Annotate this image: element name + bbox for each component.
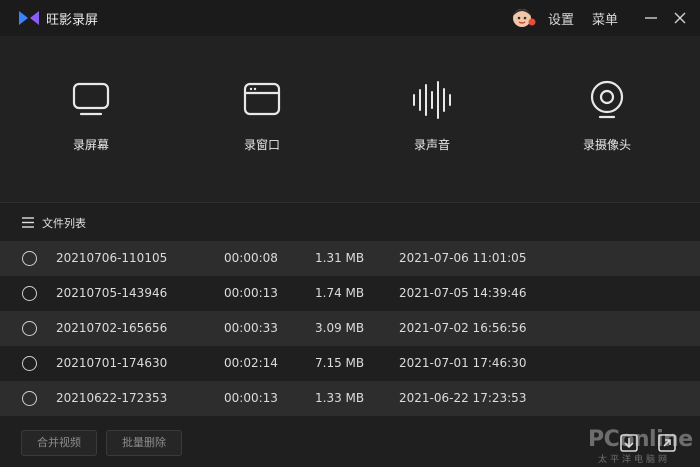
webcam-icon [590,80,624,119]
record-window-button[interactable]: 录窗口 [212,80,312,153]
table-row[interactable]: 20210701-174630 00:02:14 7.15 MB 2021-07… [0,346,700,381]
avatar[interactable] [510,7,536,29]
file-size: 1.33 MB [315,391,365,405]
file-size: 3.09 MB [315,321,365,335]
record-window-label: 录窗口 [243,138,280,152]
file-duration: 00:00:13 [224,286,278,300]
batch-delete-button[interactable]: 批量删除 [106,430,182,456]
file-list: 20210706-110105 00:00:08 1.31 MB 2021-07… [0,241,700,416]
share-icon[interactable] [657,433,677,453]
file-list-title: 文件列表 [42,217,86,230]
record-screen-button[interactable]: 录屏幕 [41,80,141,153]
table-row[interactable]: 20210706-110105 00:00:08 1.31 MB 2021-07… [0,241,700,276]
file-duration: 00:00:13 [224,391,278,405]
soundwave-icon [413,81,451,119]
file-name: 20210706-110105 [56,251,168,265]
file-duration: 00:00:08 [224,251,278,265]
table-row[interactable]: 20210702-165656 00:00:33 3.09 MB 2021-07… [0,311,700,346]
menu-link[interactable]: 菜单 [592,9,618,28]
row-select-radio[interactable] [22,321,37,336]
row-select-radio[interactable] [22,391,37,406]
row-select-radio[interactable] [22,286,37,301]
file-size: 1.74 MB [315,286,365,300]
file-name: 20210705-143946 [56,286,168,300]
app-logo-icon [19,11,39,25]
file-date: 2021-07-06 11:01:05 [399,251,527,265]
row-select-radio[interactable] [22,356,37,371]
watermark-brand: PConline [588,427,693,452]
record-audio-button[interactable]: 录声音 [382,80,482,153]
file-date: 2021-07-01 17:46:30 [399,356,527,370]
file-date: 2021-07-05 14:39:46 [399,286,527,300]
file-date: 2021-06-22 17:23:53 [399,391,527,405]
minimize-icon[interactable] [643,10,659,26]
import-icon[interactable] [619,433,639,453]
watermark-sub: 太平洋电脑网 [598,455,671,465]
record-screen-label: 录屏幕 [72,138,109,152]
file-duration: 00:02:14 [224,356,278,370]
record-webcam-label: 录摄像头 [582,138,631,152]
file-list-header: 文件列表 [0,203,700,241]
close-icon[interactable] [672,10,688,26]
file-duration: 00:00:33 [224,321,278,335]
record-webcam-button[interactable]: 录摄像头 [557,80,657,153]
record-toolbar: 录屏幕 录窗口 录声音 录摄像头 [0,36,700,202]
title-bar: 旺影录屏 设置 菜单 [0,0,700,36]
table-row[interactable]: 20210622-172353 00:00:13 1.33 MB 2021-06… [0,381,700,416]
file-date: 2021-07-02 16:56:56 [399,321,527,335]
row-select-radio[interactable] [22,251,37,266]
list-icon [22,217,34,228]
file-name: 20210702-165656 [56,321,168,335]
record-audio-label: 录声音 [413,138,450,152]
file-name: 20210622-172353 [56,391,168,405]
file-size: 1.31 MB [315,251,365,265]
settings-link[interactable]: 设置 [548,9,574,28]
merge-video-button[interactable]: 合并视频 [21,430,97,456]
monitor-icon [72,82,110,116]
app-title: 旺影录屏 [46,13,99,28]
file-name: 20210701-174630 [56,356,168,370]
bottom-bar: 合并视频 批量删除 PConline 太平洋电脑网 [0,417,700,467]
table-row[interactable]: 20210705-143946 00:00:13 1.74 MB 2021-07… [0,276,700,311]
file-size: 7.15 MB [315,356,365,370]
window-icon [243,82,281,116]
